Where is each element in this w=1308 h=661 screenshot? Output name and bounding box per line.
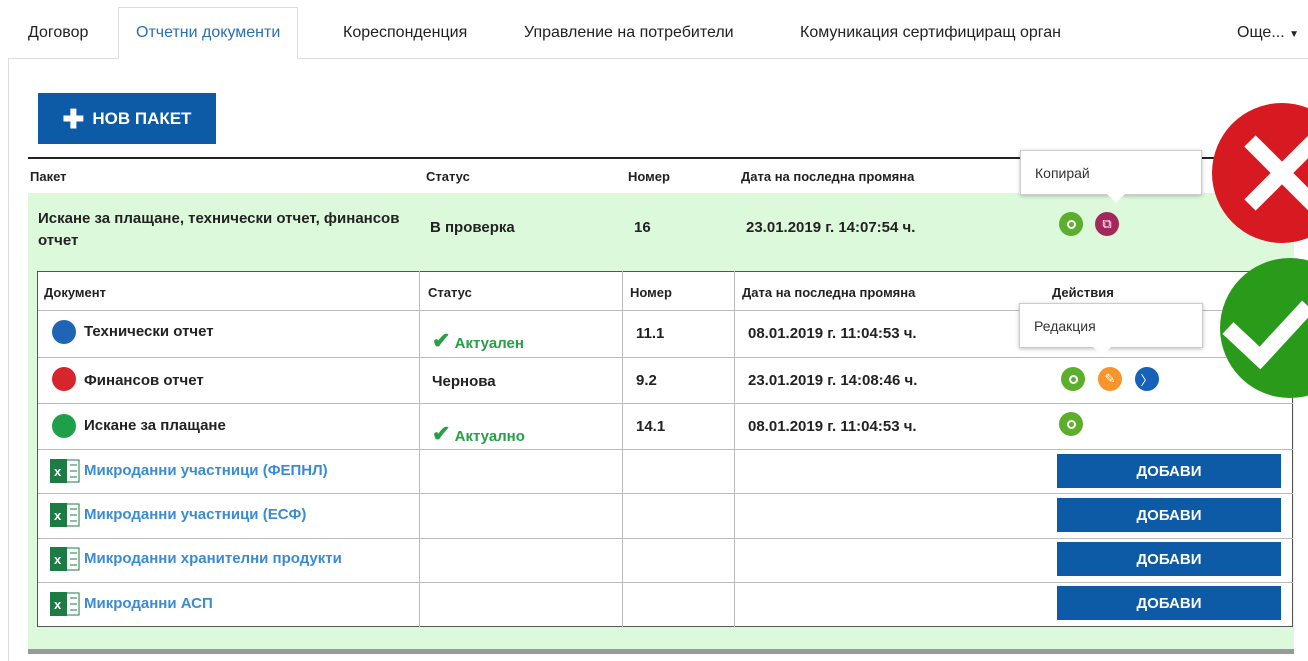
add-button[interactable]: ДОБАВИ bbox=[1057, 498, 1281, 532]
tooltip-arrow bbox=[1107, 194, 1125, 203]
package-number: 16 bbox=[634, 219, 651, 236]
microdata-link[interactable]: Микроданни участници (ФЕПНЛ) bbox=[84, 462, 328, 479]
bottom-bar bbox=[28, 649, 1294, 654]
tooltip-arrow bbox=[1093, 347, 1111, 356]
row-divider bbox=[38, 582, 1293, 583]
excel-icon: x bbox=[50, 459, 80, 483]
header-doc-number: Номер bbox=[630, 285, 672, 300]
document-date: 08.01.2019 г. 11:04:53 ч. bbox=[748, 418, 917, 435]
header-status: Статус bbox=[426, 169, 470, 184]
package-name: Искане за плащане, технически отчет, фин… bbox=[38, 210, 400, 249]
document-name: Искане за плащане bbox=[84, 417, 226, 434]
tab-more-label: Още... bbox=[1237, 24, 1285, 41]
document-status-text: Актуално bbox=[454, 428, 525, 445]
excel-icon: x bbox=[50, 503, 80, 527]
caret-down-icon: ▼ bbox=[1289, 29, 1300, 40]
document-date: 08.01.2019 г. 11:04:53 ч. bbox=[748, 325, 917, 342]
excel-icon: x bbox=[50, 592, 80, 616]
microdata-link[interactable]: Микроданни хранителни продукти bbox=[84, 550, 342, 567]
document-status-text: Актуален bbox=[454, 335, 524, 352]
header-package: Пакет bbox=[30, 169, 67, 184]
row-divider bbox=[38, 538, 1293, 539]
new-package-button[interactable]: ✚ НОВ ПАКЕТ bbox=[38, 93, 216, 144]
microdata-link[interactable]: Микроданни АСП bbox=[84, 595, 213, 612]
document-number: 14.1 bbox=[636, 418, 666, 435]
view-package-icon[interactable] bbox=[1059, 212, 1083, 236]
document-name: Финансов отчет bbox=[84, 372, 204, 389]
view-document-icon[interactable] bbox=[1061, 367, 1085, 391]
copy-package-icon[interactable]: ⧉ bbox=[1095, 212, 1119, 236]
technical-report-icon bbox=[52, 320, 76, 344]
edit-tooltip-text: Редакция bbox=[1034, 318, 1096, 334]
green-check-icon bbox=[1220, 258, 1308, 398]
header-doc-date: Дата на последна промяна bbox=[742, 285, 916, 300]
microdata-link[interactable]: Микроданни участници (ЕСФ) bbox=[84, 506, 306, 523]
view-document-icon[interactable] bbox=[1059, 412, 1083, 436]
copy-tooltip: Копирай bbox=[1020, 150, 1202, 203]
edit-pencil-icon[interactable]: ✎ bbox=[1098, 367, 1122, 391]
header-number: Номер bbox=[628, 169, 670, 184]
add-button[interactable]: ДОБАВИ bbox=[1057, 586, 1281, 620]
document-number: 11.1 bbox=[636, 325, 665, 342]
new-package-label: НОВ ПАКЕТ bbox=[92, 108, 192, 128]
row-divider bbox=[38, 403, 1293, 404]
excel-icon: x bbox=[50, 547, 80, 571]
add-button[interactable]: ДОБАВИ bbox=[1057, 454, 1281, 488]
tab-reporting-documents[interactable]: Отчетни документи bbox=[118, 7, 299, 59]
row-divider bbox=[38, 493, 1293, 494]
document-status: ✔ Актуален bbox=[432, 328, 524, 354]
edit-tooltip: Редакция bbox=[1019, 303, 1203, 356]
document-name: Технически отчет bbox=[84, 323, 214, 340]
document-status: ✔ Актуално bbox=[432, 421, 525, 447]
check-icon: ✔ bbox=[432, 421, 451, 446]
row-divider bbox=[38, 357, 1293, 358]
svg-text:x: x bbox=[54, 597, 62, 612]
svg-text:x: x bbox=[54, 464, 62, 479]
header-date: Дата на последна промяна bbox=[741, 169, 915, 184]
package-status: В проверка bbox=[430, 219, 515, 236]
header-actions: Действия bbox=[1052, 285, 1114, 300]
row-divider bbox=[38, 449, 1293, 450]
document-date: 23.01.2019 г. 14:08:46 ч. bbox=[748, 372, 918, 389]
plus-icon: ✚ bbox=[62, 103, 85, 134]
tab-certifying-authority[interactable]: Комуникация сертифициращ орган bbox=[800, 8, 1061, 58]
copy-tooltip-text: Копирай bbox=[1035, 165, 1090, 181]
header-document: Документ bbox=[44, 285, 106, 300]
financial-report-icon bbox=[52, 367, 76, 391]
tab-correspondence[interactable]: Кореспонденция bbox=[343, 8, 467, 58]
header-doc-status: Статус bbox=[428, 285, 472, 300]
tab-contract[interactable]: Договор bbox=[28, 8, 88, 58]
document-status: Чернова bbox=[432, 373, 496, 390]
red-x-icon bbox=[1212, 103, 1308, 243]
svg-text:x: x bbox=[54, 552, 62, 567]
tab-bar: Договор Отчетни документи Кореспонденция… bbox=[0, 0, 1308, 59]
add-button[interactable]: ДОБАВИ bbox=[1057, 542, 1281, 576]
tab-more[interactable]: Още... ▼ bbox=[1237, 8, 1299, 58]
tab-user-management[interactable]: Управление на потребители bbox=[524, 8, 734, 58]
package-date: 23.01.2019 г. 14:07:54 ч. bbox=[746, 219, 916, 236]
check-icon: ✔ bbox=[432, 328, 451, 353]
payment-request-icon bbox=[52, 414, 76, 438]
svg-text:x: x bbox=[54, 508, 62, 523]
next-chevron-icon[interactable]: 〉 bbox=[1135, 367, 1159, 391]
document-number: 9.2 bbox=[636, 372, 657, 389]
